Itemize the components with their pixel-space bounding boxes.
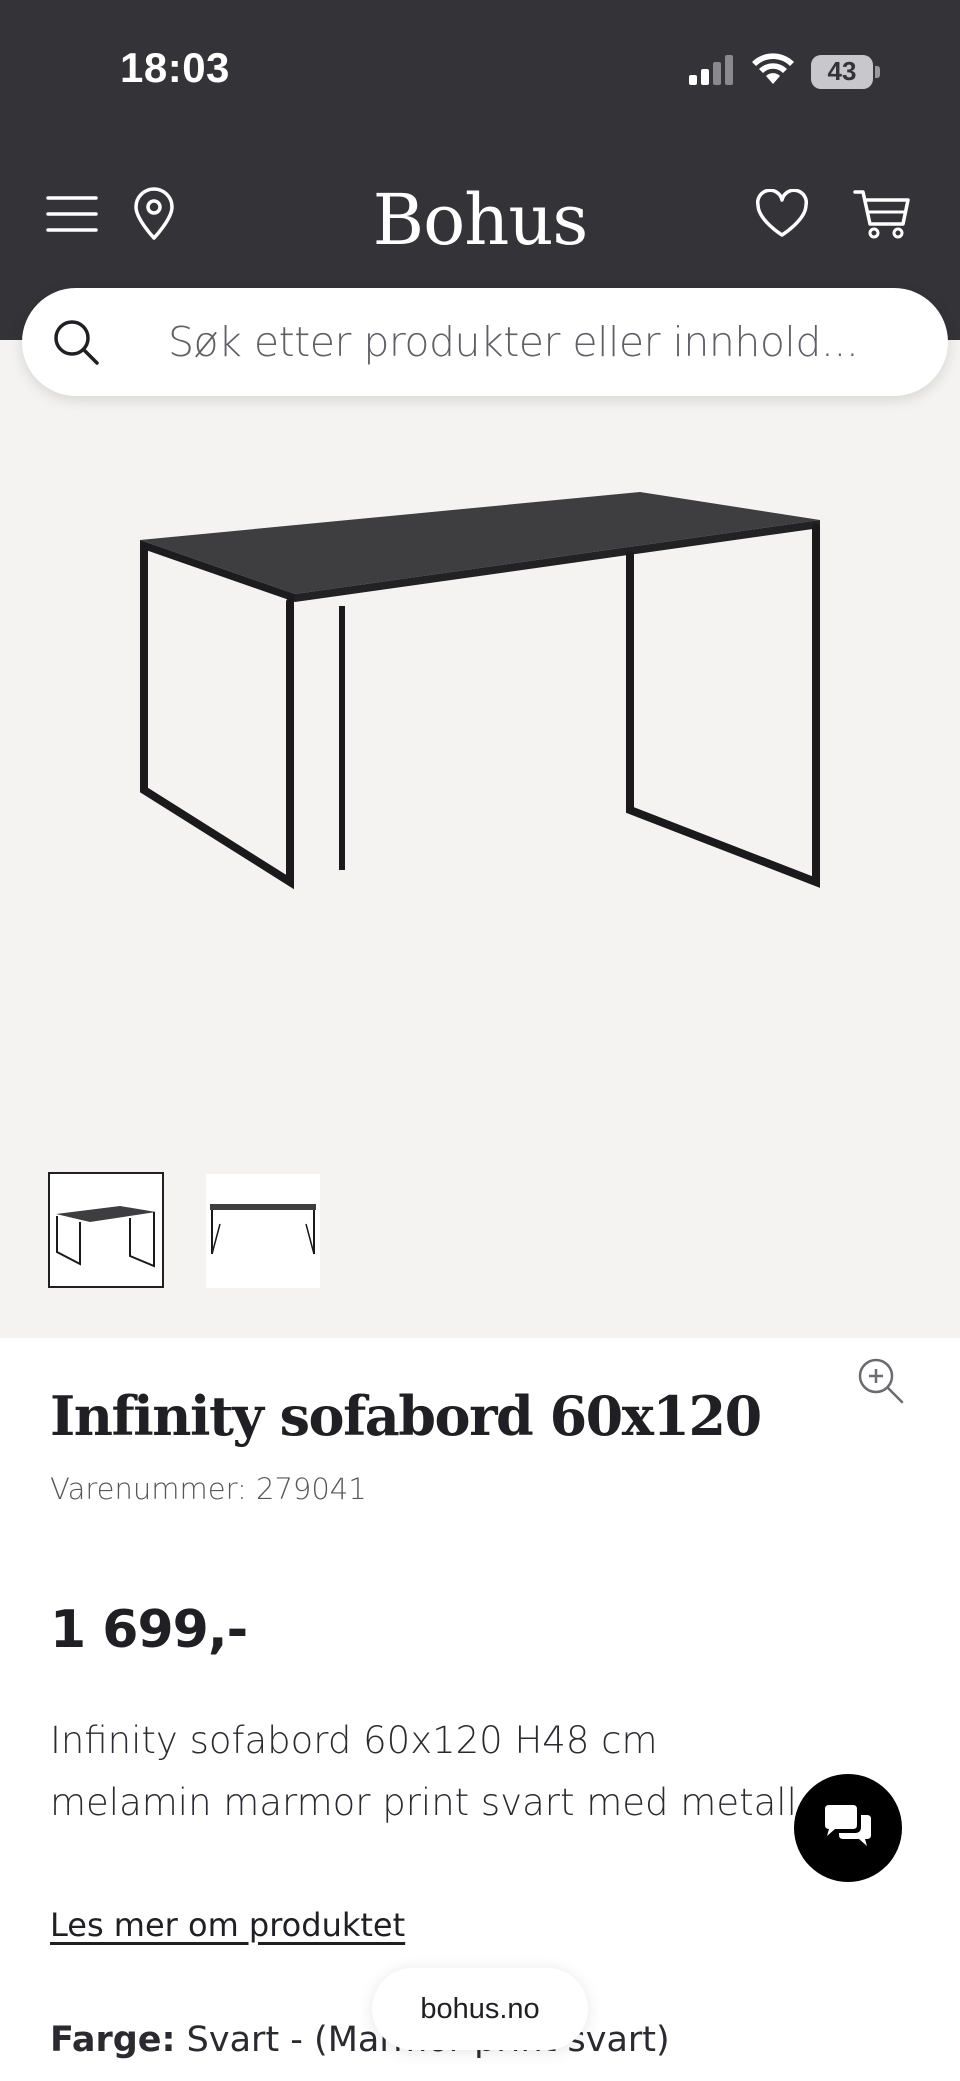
browser-domain-pill[interactable]: bohus.no — [372, 1968, 588, 2050]
product-description: Infinity sofabord 60x120 H48 cm melamin … — [50, 1719, 797, 1824]
status-icons: 43 — [687, 52, 880, 91]
search-icon — [52, 318, 100, 371]
thumbnail-1[interactable] — [48, 1172, 164, 1288]
zoom-button[interactable] — [856, 1356, 906, 1406]
product-image[interactable] — [120, 470, 840, 890]
chat-icon — [821, 1803, 875, 1854]
zoom-in-icon — [856, 1358, 906, 1410]
battery-level: 43 — [811, 54, 873, 89]
status-time: 18:03 — [120, 44, 230, 91]
cart-icon — [853, 188, 911, 245]
chat-button[interactable] — [794, 1774, 902, 1882]
cart-button[interactable] — [852, 186, 912, 246]
signal-icon — [687, 53, 735, 90]
product-sku: Varenummer: 279041 — [50, 1472, 367, 1506]
battery-indicator: 43 — [811, 54, 880, 89]
nav-row: Bohus — [0, 180, 960, 260]
product-title: Infinity sofabord 60x120 — [50, 1384, 762, 1448]
read-more-link[interactable]: Les mer om produktet — [50, 1906, 405, 1944]
product-price: 1 699,- — [50, 1600, 248, 1660]
color-label: Farge: — [50, 2020, 176, 2060]
wishlist-button[interactable] — [752, 186, 812, 246]
search-bar[interactable]: Søk etter produkter eller innhold... — [22, 288, 948, 396]
search-input[interactable]: Søk etter produkter eller innhold... — [168, 318, 859, 366]
heart-icon — [755, 188, 809, 244]
brand-logo[interactable]: Bohus — [0, 180, 960, 260]
wifi-icon — [751, 52, 795, 91]
thumbnail-2[interactable] — [206, 1174, 320, 1288]
